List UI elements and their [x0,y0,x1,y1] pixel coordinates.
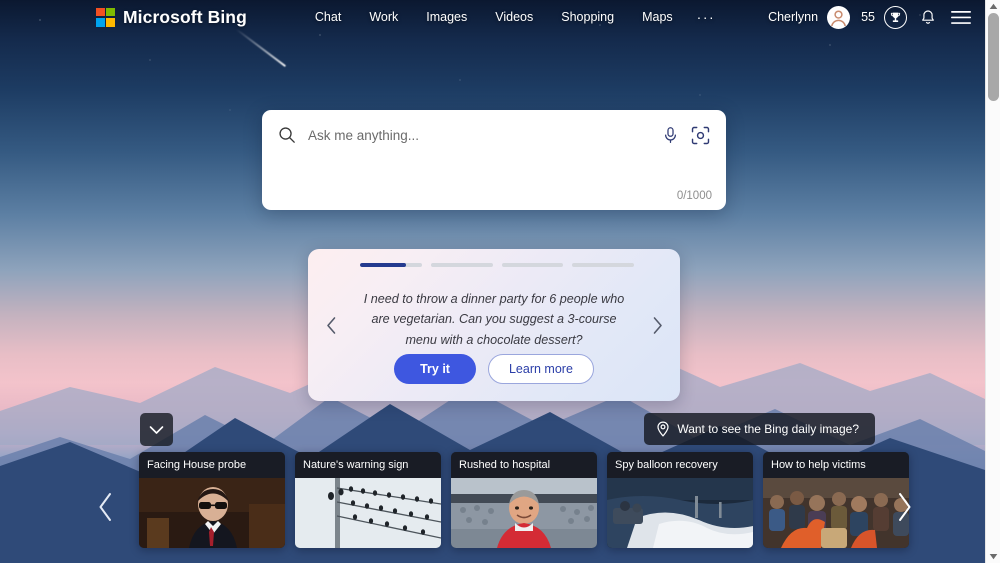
chevron-right-icon[interactable] [644,312,670,338]
scroll-down-arrow-icon[interactable] [986,550,1000,563]
nav-item-shopping[interactable]: Shopping [547,6,628,28]
news-card-thumbnail [451,478,597,548]
progress-bar-3[interactable] [501,263,564,267]
search-input-row [262,120,726,150]
microphone-icon[interactable] [658,123,682,147]
scroll-up-glyph [989,3,998,9]
user-name-label: Cherlynn [768,10,819,24]
news-card[interactable]: Spy balloon recovery [607,452,753,548]
news-card[interactable]: Nature's warning sign [295,452,441,548]
suggestion-carousel-card: I need to throw a dinner party for 6 peo… [308,249,680,401]
scroll-up-arrow-icon[interactable] [986,0,1000,13]
nav-item-work[interactable]: Work [355,6,412,28]
collapse-chevron-glyph [149,425,164,434]
news-card[interactable]: Rushed to hospital [451,452,597,548]
suggestion-card-buttons: Try it Learn more [308,354,680,384]
search-input[interactable] [308,127,652,143]
bell-icon[interactable] [916,5,940,29]
scrollbar-thumb[interactable] [988,13,999,101]
news-card-thumbnail [139,478,285,548]
bing-daily-image-button[interactable]: Want to see the Bing daily image? [644,413,875,445]
suggestion-prev-glyph [326,316,335,334]
nav-item-more-overflow[interactable]: ··· [687,5,726,29]
chevron-left-icon[interactable] [318,312,344,338]
thumb-house-probe [139,478,285,548]
hamburger-glyph [951,10,971,24]
trophy-glyph [890,12,901,22]
news-card-title: Spy balloon recovery [607,452,753,478]
avatar-person-glyph [831,9,847,26]
hamburger-menu-icon[interactable] [949,5,973,29]
thumb-birds-wires [295,478,441,548]
main-nav-links: Chat Work Images Videos Shopping Maps ··… [301,5,725,29]
news-card-title: Facing House probe [139,452,285,478]
character-counter: 0/1000 [676,190,712,202]
progress-bar-2[interactable] [430,263,493,267]
notification-bell-glyph [922,9,934,24]
news-card-thumbnail [607,478,753,548]
nav-item-chat[interactable]: Chat [301,6,355,28]
daily-image-label: Want to see the Bing daily image? [677,422,859,436]
microsoft-logo-icon [96,7,115,27]
person-avatar-icon[interactable] [827,5,851,29]
news-card-title: How to help victims [763,452,909,478]
nav-item-videos[interactable]: Videos [481,6,547,28]
suggestion-prompt-text: I need to throw a dinner party for 6 peo… [363,292,625,347]
visual-search-glyph [691,126,709,144]
nav-item-images[interactable]: Images [412,6,481,28]
nav-item-maps[interactable]: Maps [628,6,687,28]
trophy-icon[interactable] [884,5,907,29]
search-box[interactable]: 0/1000 [262,110,726,210]
microphone-glyph [664,127,676,144]
location-pin-icon [657,421,669,437]
carousel-progress-indicators [360,263,634,267]
news-carousel-next-button[interactable] [886,485,922,529]
progress-bar-4[interactable] [572,263,634,267]
try-it-button[interactable]: Try it [394,354,476,384]
news-card[interactable]: Facing House probe [139,452,285,548]
brand-logo-area[interactable]: Microsoft Bing [96,7,247,28]
learn-more-button[interactable]: Learn more [487,354,594,384]
news-card-thumbnail [295,478,441,548]
page-scrollbar[interactable] [985,0,1000,563]
scroll-down-glyph [989,554,998,560]
visual-search-camera-icon[interactable] [688,123,712,147]
thumb-balloon-recovery [607,478,753,548]
news-card-title: Rushed to hospital [451,452,597,478]
header-right-cluster: Cherlynn 55 [768,5,973,29]
news-carousel-prev-button[interactable] [88,485,124,529]
chevron-down-icon[interactable] [140,413,173,446]
news-card-title: Nature's warning sign [295,452,441,478]
chevron-right-icon [899,493,911,521]
top-navigation-bar: Microsoft Bing Chat Work Images Videos S… [0,0,985,34]
chevron-left-icon [99,493,111,521]
bing-homepage: Microsoft Bing Chat Work Images Videos S… [0,0,1000,563]
progress-bar-1[interactable] [360,263,422,267]
thumb-stadium-man [451,478,597,548]
rewards-points-count: 55 [861,10,875,24]
suggestion-next-glyph [653,316,662,334]
news-carousel: Facing House probe Nature's warning sign… [139,452,909,548]
search-icon[interactable] [278,126,296,144]
brand-name-label: Microsoft Bing [123,6,247,27]
